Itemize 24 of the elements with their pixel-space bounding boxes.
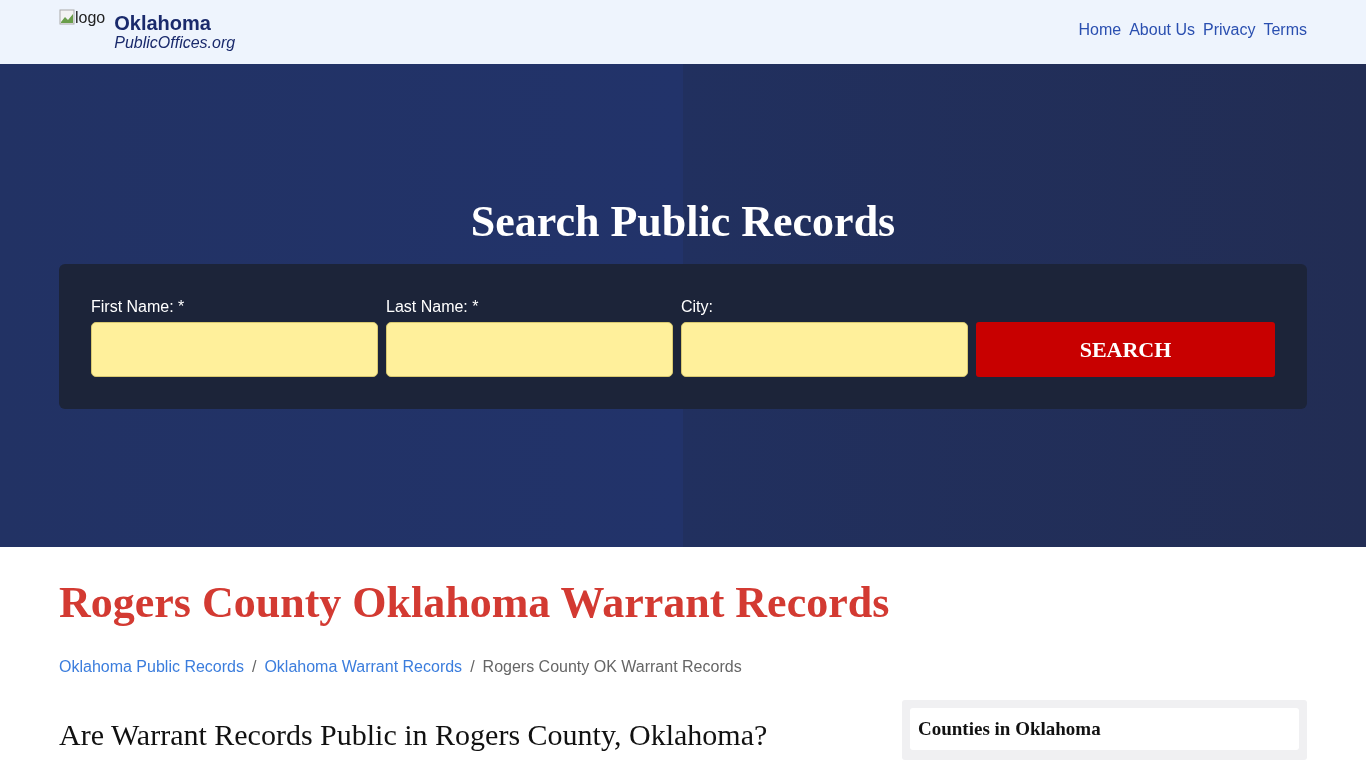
hero-title: Search Public Records (470, 200, 896, 244)
nav-link[interactable]: Home (1078, 21, 1122, 39)
field-label: First Name: * (91, 298, 186, 316)
article-heading: Are Warrant Records Public in Rogers County, Oklahoma? (59, 718, 768, 753)
input-field[interactable] (91, 322, 378, 377)
sidebar-heading: Counties in Oklahoma (918, 718, 1102, 740)
current-page-text: Rogers County OK Warrant Records (482, 658, 742, 676)
nav-link[interactable]: Privacy (1203, 21, 1256, 39)
brand-name[interactable]: Oklahoma (114, 12, 236, 34)
nav-link[interactable]: About Us (1129, 21, 1195, 39)
nav-link[interactable]: Terms (1263, 21, 1307, 39)
field-label: City: (681, 298, 714, 316)
breadcrumb-link[interactable]: Oklahoma Public Records (59, 658, 244, 676)
broken-image-icon (59, 9, 75, 25)
brand-subtitle[interactable]: PublicOffices.org (114, 34, 236, 52)
breadcrumb-separator: / (251, 658, 257, 676)
breadcrumb-separator: / (470, 658, 475, 676)
input-field[interactable] (681, 322, 968, 377)
search-button[interactable]: SEARCH (976, 322, 1275, 377)
page-title: Rogers County Oklahoma Warrant Records (59, 577, 891, 628)
breadcrumb-link[interactable]: Oklahoma Warrant Records (264, 658, 463, 676)
input-field[interactable] (386, 322, 673, 377)
field-label: Last Name: * (386, 298, 480, 316)
broken-image-logo: logo (59, 9, 106, 27)
